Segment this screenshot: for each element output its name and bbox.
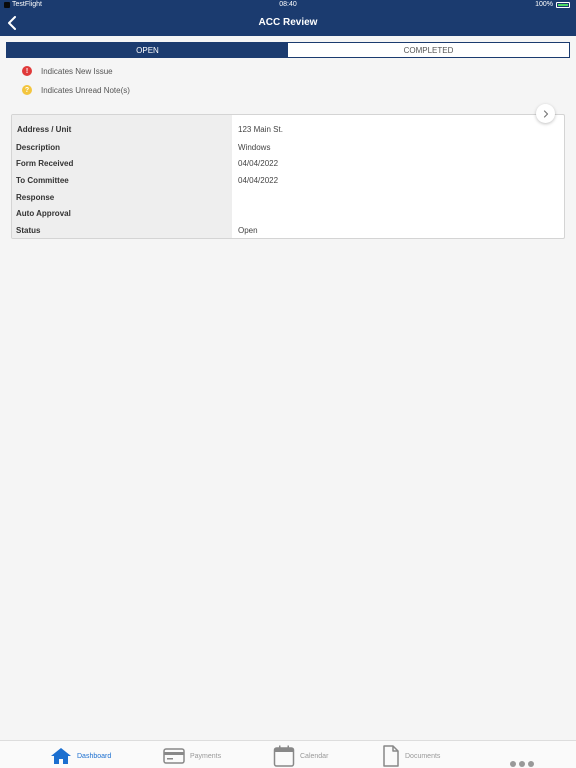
row-label: Form Received xyxy=(16,158,74,168)
row-value: 04/04/2022 xyxy=(238,175,279,185)
tab-completed[interactable]: COMPLETED xyxy=(288,43,569,57)
row-label: Status xyxy=(16,225,41,235)
legend-new-issue: ! Indicates New Issue xyxy=(22,66,113,76)
row-value: 04/04/2022 xyxy=(238,158,279,168)
review-row-form-received: Form Received 04/04/2022 xyxy=(12,156,564,170)
review-row-status: Status Open xyxy=(12,223,564,237)
home-icon xyxy=(51,748,71,764)
calendar-icon xyxy=(273,745,295,767)
status-segmented-control: OPEN COMPLETED xyxy=(6,42,570,58)
review-row-address: Address / Unit 123 Main St. xyxy=(12,122,564,136)
battery-percent: 100% xyxy=(535,1,553,8)
question-icon: ? xyxy=(22,85,32,95)
review-card[interactable]: Address / Unit 123 Main St. Description … xyxy=(11,114,565,239)
tabbar-item-calendar[interactable]: Calendar xyxy=(273,745,328,767)
tabbar-label: Documents xyxy=(405,752,441,760)
row-value: 123 Main St. xyxy=(238,124,283,134)
tabbar-label: Dashboard xyxy=(77,752,112,760)
tab-open[interactable]: OPEN xyxy=(7,43,288,57)
tabbar-item-dashboard[interactable]: Dashboard xyxy=(50,745,111,767)
tabbar-item-documents[interactable]: Documents xyxy=(382,745,440,767)
review-row-to-committee: To Committee 04/04/2022 xyxy=(12,173,564,187)
credit-card-icon xyxy=(163,748,185,764)
status-time: 08:40 xyxy=(279,1,297,8)
tabbar-label: Calendar xyxy=(300,752,329,760)
tabbar-item-payments[interactable]: Payments xyxy=(163,745,221,767)
review-row-auto-approval: Auto Approval xyxy=(12,206,564,220)
tabbar-label: Payments xyxy=(190,752,222,760)
chevron-right-icon xyxy=(543,109,548,118)
row-label: Auto Approval xyxy=(16,208,71,218)
row-label: Description xyxy=(16,142,61,152)
row-value: Open xyxy=(238,225,258,235)
more-icon[interactable] xyxy=(510,761,534,767)
legend-unread-note-text: Indicates Unread Note(s) xyxy=(41,85,130,95)
legend-unread-note: ? Indicates Unread Note(s) xyxy=(22,85,130,95)
page-title: ACC Review xyxy=(258,17,318,28)
row-value: Windows xyxy=(238,142,271,152)
row-label: To Committee xyxy=(16,175,69,185)
legend-new-issue-text: Indicates New Issue xyxy=(41,66,113,76)
expand-button[interactable] xyxy=(536,104,555,123)
app-header: TestFlight 08:40 100% ACC Review xyxy=(0,0,576,36)
row-label: Response xyxy=(16,192,55,202)
alert-icon: ! xyxy=(22,66,32,76)
review-row-response: Response xyxy=(12,190,564,204)
row-label: Address / Unit xyxy=(17,124,72,134)
status-bar: TestFlight 08:40 100% xyxy=(0,0,576,11)
battery-icon xyxy=(556,1,570,8)
document-icon xyxy=(383,745,399,767)
review-row-description: Description Windows xyxy=(12,140,564,154)
bottom-tab-bar: Dashboard Payments Calendar Documents xyxy=(0,740,576,768)
status-right: 100% xyxy=(535,1,570,8)
